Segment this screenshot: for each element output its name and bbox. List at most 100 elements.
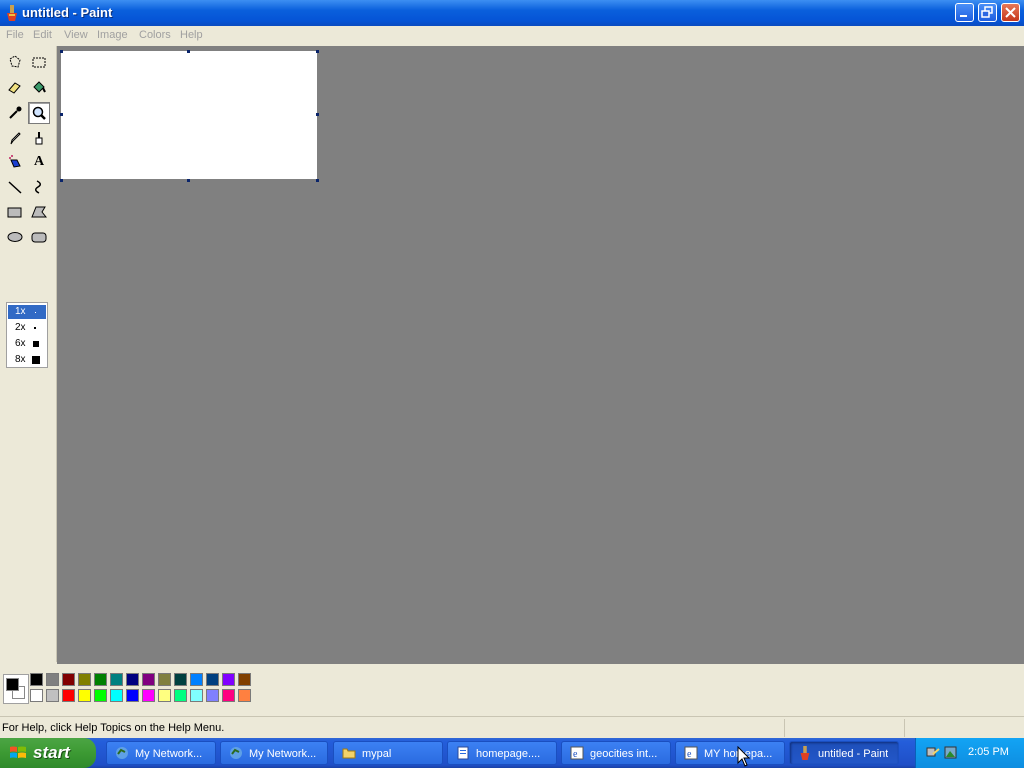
taskbar-button-my-homepage[interactable]: e MY homepa... [675, 741, 785, 765]
folder-icon [342, 748, 356, 759]
palette-swatch[interactable] [206, 673, 219, 686]
airbrush-icon [9, 155, 21, 168]
palette-swatch[interactable] [62, 689, 75, 702]
resize-handle [60, 113, 63, 116]
palette-swatch[interactable] [46, 689, 59, 702]
palette-swatch[interactable] [222, 673, 235, 686]
rounded-rectangle-icon [31, 232, 47, 243]
palette-swatch[interactable] [174, 689, 187, 702]
close-button[interactable] [1001, 3, 1020, 22]
eraser-tool[interactable] [4, 76, 26, 98]
magnifier-tool[interactable] [28, 102, 50, 124]
taskbar-button-my-network-2[interactable]: My Network... [220, 741, 328, 765]
palette-swatch[interactable] [78, 689, 91, 702]
start-button[interactable]: start [0, 738, 96, 768]
text-icon: A [33, 154, 45, 169]
palette-swatch[interactable] [30, 689, 43, 702]
taskbar-button-mypal[interactable]: mypal [333, 741, 443, 765]
mouse-cursor-icon [737, 746, 751, 767]
workspace [57, 46, 1024, 664]
palette-swatch[interactable] [190, 673, 203, 686]
restore-button[interactable] [978, 3, 997, 22]
drawing-canvas[interactable] [61, 51, 317, 179]
zoom-2x-dot [34, 327, 36, 329]
text-tool[interactable]: A [28, 151, 50, 173]
network-tray-icon[interactable] [925, 745, 941, 761]
title-bar[interactable]: untitled - Paint [0, 0, 1024, 26]
line-tool[interactable] [4, 176, 26, 198]
resize-handle [60, 179, 63, 182]
resize-handle-bottom[interactable] [187, 179, 190, 182]
palette-swatch[interactable] [174, 673, 187, 686]
ellipse-icon [7, 232, 23, 242]
palette-swatch[interactable] [30, 673, 43, 686]
palette-swatch[interactable] [142, 689, 155, 702]
zoom-option-2x[interactable]: 2x [8, 321, 46, 335]
airbrush-tool[interactable] [4, 151, 26, 173]
color-box [0, 664, 1024, 714]
rectangle-tool[interactable] [4, 201, 26, 223]
palette-swatch[interactable] [126, 673, 139, 686]
palette-swatch[interactable] [158, 689, 171, 702]
task-label: My Network... [249, 748, 317, 760]
free-form-select-tool[interactable] [4, 51, 26, 73]
eraser-icon [8, 82, 21, 94]
palette-swatch[interactable] [62, 673, 75, 686]
pick-color-tool[interactable] [4, 102, 26, 124]
windows-logo-icon [10, 746, 26, 758]
palette-swatch[interactable] [142, 673, 155, 686]
palette-swatch[interactable] [158, 673, 171, 686]
palette-swatch[interactable] [238, 673, 251, 686]
curve-tool[interactable] [28, 176, 50, 198]
clock: 2:05 PM [968, 746, 1009, 758]
taskbar-button-paint[interactable]: untitled - Paint [789, 741, 899, 765]
wallpaper-tray-icon[interactable] [943, 745, 959, 761]
network-icon [116, 747, 128, 759]
palette-swatch[interactable] [206, 689, 219, 702]
zoom-option-label: 6x [15, 338, 26, 349]
resize-handle-corner[interactable] [316, 179, 319, 182]
palette-swatch[interactable] [94, 673, 107, 686]
menu-colors[interactable]: Colors [139, 29, 171, 41]
free-form-select-icon [9, 55, 21, 68]
zoom-option-6x[interactable]: 6x [8, 337, 46, 351]
palette-swatch[interactable] [94, 689, 107, 702]
zoom-option-8x[interactable]: 8x [8, 353, 46, 367]
zoom-8x-dot [32, 356, 40, 364]
palette-swatch[interactable] [222, 689, 235, 702]
menu-image[interactable]: Image [97, 29, 128, 41]
zoom-1x-dot [35, 312, 36, 313]
menu-file[interactable]: File [6, 29, 24, 41]
palette-swatch[interactable] [126, 689, 139, 702]
palette-swatch[interactable] [110, 689, 123, 702]
brush-tool[interactable] [28, 127, 50, 149]
rounded-rectangle-tool[interactable] [28, 226, 50, 248]
foreground-color [6, 678, 19, 691]
ellipse-tool[interactable] [4, 226, 26, 248]
pencil-icon [10, 132, 21, 145]
select-tool[interactable] [28, 51, 50, 73]
menu-view[interactable]: View [64, 29, 88, 41]
zoom-option-1x[interactable]: 1x [8, 305, 46, 319]
palette-swatch[interactable] [78, 673, 91, 686]
resize-handle [60, 50, 63, 53]
pencil-tool[interactable] [4, 127, 26, 149]
palette-swatch[interactable] [46, 673, 59, 686]
current-colors[interactable] [3, 674, 29, 704]
fill-tool[interactable] [28, 76, 50, 98]
brush-icon [35, 132, 43, 145]
svg-text:e: e [687, 749, 692, 760]
menu-edit[interactable]: Edit [33, 29, 52, 41]
taskbar-button-geocities[interactable]: e geocities int... [561, 741, 671, 765]
palette-swatch[interactable] [190, 689, 203, 702]
menu-help[interactable]: Help [180, 29, 203, 41]
restore-icon [981, 6, 993, 18]
taskbar-button-my-network-1[interactable]: My Network... [106, 741, 216, 765]
resize-handle-right[interactable] [316, 113, 319, 116]
minimize-button[interactable] [955, 3, 974, 22]
taskbar-button-homepage[interactable]: homepage.... [447, 741, 557, 765]
palette-swatch[interactable] [110, 673, 123, 686]
palette-swatch[interactable] [238, 689, 251, 702]
svg-text:e: e [573, 749, 578, 760]
polygon-tool[interactable] [28, 201, 50, 223]
